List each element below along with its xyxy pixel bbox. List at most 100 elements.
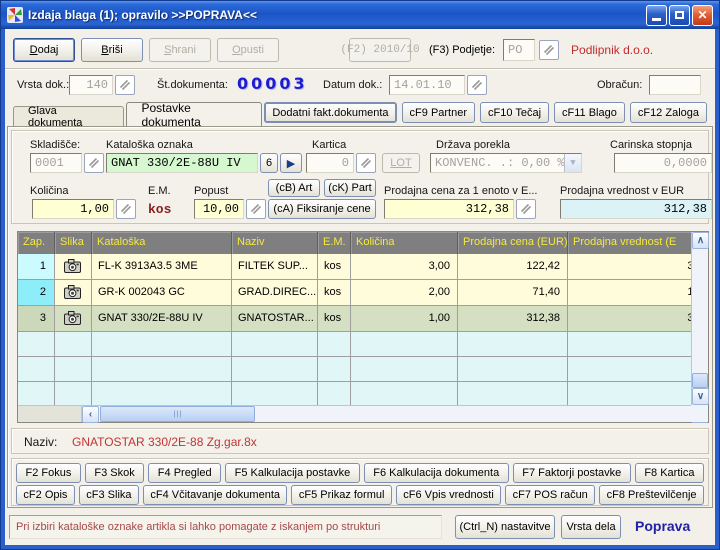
- empty-cell: [92, 382, 232, 405]
- close-button[interactable]: ✕: [692, 5, 713, 26]
- table-cell: 71,40: [458, 280, 568, 306]
- empty-cell: [232, 382, 318, 405]
- scroll-up-icon[interactable]: ∧: [692, 232, 709, 249]
- kartica-field[interactable]: 0: [306, 153, 354, 173]
- pencil-icon[interactable]: [356, 153, 376, 173]
- fn-button-cf7-pos-ra-un[interactable]: cF7 POS račun: [505, 485, 595, 505]
- column-header-katalo-ka[interactable]: Kataloška: [92, 232, 232, 254]
- column-header-prodajna-cena-eur[interactable]: Prodajna cena (EUR): [458, 232, 568, 254]
- column-header-e-m[interactable]: E.M.: [318, 232, 351, 254]
- tab-postavke-dokumenta[interactable]: Postavke dokumenta: [126, 102, 262, 127]
- em-label: E.M.: [148, 185, 171, 197]
- vrsta-dela-button[interactable]: Vrsta dela: [561, 515, 621, 539]
- main-panel: Skladišče: Kataloška oznaka Kartica Drža…: [7, 126, 713, 508]
- separator: [5, 68, 715, 70]
- vertical-scrollbar[interactable]: ∧ ∨: [691, 232, 708, 405]
- column-header-prodajna-vrednost-e[interactable]: Prodajna vrednost (E: [568, 232, 691, 254]
- fn-button-f2-fokus[interactable]: F2 Fokus: [16, 463, 81, 483]
- kolicina-field[interactable]: 1,00: [32, 199, 114, 219]
- cena-label: Prodajna cena za 1 enoto v E...: [384, 185, 538, 197]
- pencil-icon[interactable]: [246, 199, 266, 219]
- empty-cell: [318, 332, 351, 357]
- scroll-down-icon[interactable]: ∨: [692, 388, 709, 405]
- pencil-icon[interactable]: [116, 199, 136, 219]
- opusti-button[interactable]: Opusti: [217, 38, 279, 62]
- podjetje-code-field[interactable]: PO: [503, 39, 535, 61]
- ca-fiksiranje-button[interactable]: (cA) Fiksiranje cene: [268, 199, 376, 219]
- fn-button-cf8-pre-tevil-enje[interactable]: cF8 Preštevilčenje: [599, 485, 704, 505]
- period-button[interactable]: (F2) 2010/10: [349, 38, 411, 62]
- fn-button-cf4-v-itavanje-dokumenta[interactable]: cF4 Včitavanje dokumenta: [143, 485, 287, 505]
- horizontal-scroll-track[interactable]: [99, 406, 691, 422]
- ck-part-button[interactable]: (cK) Part: [324, 179, 376, 197]
- naziv-label: Naziv:: [24, 435, 57, 449]
- horizontal-scrollbar[interactable]: ‹ ›: [18, 405, 708, 422]
- dodaj-button[interactable]: Dodaj: [13, 38, 75, 62]
- tab-strip: Glava dokumenta Postavke dokumenta Dodat…: [13, 101, 707, 127]
- skladisce-field[interactable]: 0001: [30, 153, 82, 173]
- tab-glava-dokumenta[interactable]: Glava dokumenta: [13, 106, 124, 126]
- tab-button-dodatni-fakt-dokumenta[interactable]: Dodatni fakt.dokumenta: [264, 102, 396, 123]
- vertical-scroll-track[interactable]: [692, 249, 708, 388]
- obracun-field[interactable]: [649, 75, 701, 95]
- fn-button-cf3-slika[interactable]: cF3 Slika: [79, 485, 139, 505]
- lot-button[interactable]: LOT: [382, 153, 420, 173]
- table-cell: kos: [318, 254, 351, 280]
- column-header-koli-ina[interactable]: Količina: [351, 232, 458, 254]
- kataloska-label: Kataloška oznaka: [106, 139, 193, 151]
- fn-button-cf2-opis[interactable]: cF2 Opis: [16, 485, 75, 505]
- pencil-icon[interactable]: [467, 75, 487, 95]
- cena-field[interactable]: 312,38: [384, 199, 514, 219]
- cb-art-button[interactable]: (cB) Art: [268, 179, 320, 197]
- tab-button-cf11-blago[interactable]: cF11 Blago: [554, 102, 625, 123]
- chevron-down-icon[interactable]: ▼: [564, 154, 581, 172]
- vertical-scroll-thumb[interactable]: [692, 373, 708, 388]
- status-message: Pri izbiri kataloške oznake artikla si l…: [9, 515, 442, 539]
- pencil-icon[interactable]: [539, 40, 559, 60]
- document-row: Vrsta dok.: 140 Št.dokumenta: 00003 Datu…: [5, 73, 715, 97]
- fn-button-f5-kalkulacija-postavke[interactable]: F5 Kalkulacija postavke: [225, 463, 360, 483]
- horizontal-scroll-thumb[interactable]: [100, 406, 255, 422]
- drzava-dropdown[interactable]: KONVENC. .: 0,00 % ▼: [430, 153, 582, 173]
- column-header-naziv[interactable]: Naziv: [232, 232, 318, 254]
- brisi-button[interactable]: Briši: [81, 38, 143, 62]
- table-cell: FILTEK SUP...: [232, 254, 318, 280]
- titlebar: Izdaja blaga (1); opravilo >>POPRAVA<< ✕: [1, 1, 719, 29]
- pencil-icon[interactable]: [115, 75, 135, 95]
- podjetje-label: (F3) Podjetje:: [429, 44, 495, 56]
- pencil-icon[interactable]: [84, 153, 104, 173]
- column-header-zap[interactable]: Zap.: [18, 232, 55, 254]
- table-cell: 312,38: [568, 306, 691, 332]
- fn-button-f6-kalkulacija-dokumenta[interactable]: F6 Kalkulacija dokumenta: [364, 463, 509, 483]
- carinska-field[interactable]: 0,0000: [614, 153, 712, 173]
- maximize-button[interactable]: [669, 5, 690, 26]
- empty-cell: [351, 332, 458, 357]
- nastavitve-button[interactable]: (Ctrl_N) nastavitve: [455, 515, 555, 539]
- vrsta-dok-field[interactable]: 140: [69, 75, 113, 95]
- table-cell: 1: [18, 254, 55, 280]
- fn-button-cf5-prikaz-formul[interactable]: cF5 Prikaz formul: [291, 485, 391, 505]
- shrani-button[interactable]: Shrani: [149, 38, 211, 62]
- column-header-slika[interactable]: Slika: [55, 232, 92, 254]
- table-row[interactable]: 3GNAT 330/2E-88U IVGNATOSTAR...kos1,0031…: [18, 306, 691, 332]
- table-cell: 3,00: [351, 254, 458, 280]
- fn-button-f8-kartica[interactable]: F8 Kartica: [635, 463, 704, 483]
- kataloska-count-button[interactable]: 6: [260, 153, 278, 173]
- tab-button-cf10-te-aj[interactable]: cF10 Tečaj: [480, 102, 549, 123]
- table-row[interactable]: 2GR-K 002043 GCGRAD.DIREC...kos2,0071,40…: [18, 280, 691, 306]
- scroll-left-icon[interactable]: ‹: [82, 406, 99, 423]
- minimize-button[interactable]: [646, 5, 667, 26]
- fn-button-f4-pregled[interactable]: F4 Pregled: [148, 463, 221, 483]
- kataloska-field[interactable]: GNAT 330/2E-88U IV: [106, 153, 258, 173]
- fn-button-f7-faktorji-postavke[interactable]: F7 Faktorji postavke: [513, 463, 631, 483]
- tab-button-cf12-zaloga[interactable]: cF12 Zaloga: [630, 102, 707, 123]
- tab-button-cf9-partner[interactable]: cF9 Partner: [402, 102, 475, 123]
- fn-button-f3-skok[interactable]: F3 Skok: [85, 463, 144, 483]
- pencil-icon[interactable]: [516, 199, 536, 219]
- kataloska-arrow-button[interactable]: ▶: [280, 153, 302, 173]
- table-cell: GNATOSTAR...: [232, 306, 318, 332]
- popust-field[interactable]: 10,00: [194, 199, 244, 219]
- datum-dok-field[interactable]: 14.01.10: [389, 75, 465, 95]
- fn-button-cf6-vpis-vrednosti[interactable]: cF6 Vpis vrednosti: [396, 485, 501, 505]
- table-row[interactable]: 1FL-K 3913A3.5 3MEFILTEK SUP...kos3,0012…: [18, 254, 691, 280]
